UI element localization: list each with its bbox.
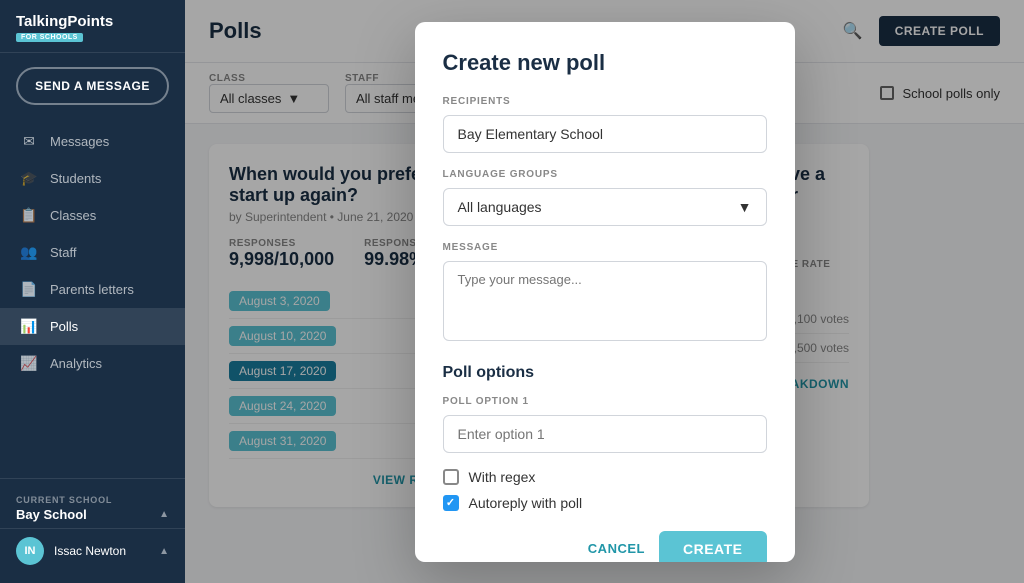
with-regex-checkbox[interactable]: [443, 469, 459, 485]
language-group: LANGUAGE GROUPS All languages ▼: [443, 169, 767, 226]
message-label: MESSAGE: [443, 242, 767, 253]
sidebar-item-polls[interactable]: 📊 Polls: [0, 308, 185, 345]
sidebar-label-classes: Classes: [50, 208, 96, 223]
user-name: Issac Newton: [54, 544, 149, 558]
sidebar-item-students[interactable]: 🎓 Students: [0, 160, 185, 197]
modal-overlay: Create new poll RECIPIENTS Bay Elementar…: [185, 0, 1024, 583]
sidebar-item-analytics[interactable]: 📈 Analytics: [0, 345, 185, 382]
autoreply-label: Autoreply with poll: [469, 495, 583, 511]
message-group: MESSAGE: [443, 242, 767, 346]
create-poll-modal: Create new poll RECIPIENTS Bay Elementar…: [415, 22, 795, 562]
parents-letters-icon: 📄: [20, 281, 38, 298]
current-school-label: CURRENT SCHOOL: [0, 489, 185, 507]
poll-option-1-label: POLL OPTION 1: [443, 396, 767, 407]
send-message-button[interactable]: SEND A MESSAGE: [16, 67, 169, 105]
sidebar-item-parents-letters[interactable]: 📄 Parents letters: [0, 271, 185, 308]
students-icon: 🎓: [20, 170, 38, 187]
school-chevron-icon: ▲: [159, 509, 169, 520]
sidebar-nav: ✉ Messages 🎓 Students 📋 Classes 👥 Staff …: [0, 119, 185, 479]
poll-option-1-group: POLL OPTION 1: [443, 396, 767, 453]
polls-icon: 📊: [20, 318, 38, 335]
sidebar-label-parents-letters: Parents letters: [50, 282, 134, 297]
sidebar-item-classes[interactable]: 📋 Classes: [0, 197, 185, 234]
avatar: IN: [16, 537, 44, 565]
main-content: Polls 🔍 CREATE POLL CLASS All classes ▼ …: [185, 0, 1024, 583]
autoreply-row: Autoreply with poll: [443, 495, 767, 511]
modal-footer: CANCEL CREATE: [443, 531, 767, 562]
autoreply-checkbox[interactable]: [443, 495, 459, 511]
sidebar: TalkingPoints FOR SCHOOLS SEND A MESSAGE…: [0, 0, 185, 583]
logo-brand: TalkingPoints: [16, 14, 113, 31]
cancel-button[interactable]: CANCEL: [588, 541, 645, 556]
user-chevron-icon: ▲: [159, 546, 169, 557]
poll-options-heading: Poll options: [443, 364, 767, 382]
analytics-icon: 📈: [20, 355, 38, 372]
message-textarea[interactable]: [443, 261, 767, 341]
sidebar-label-analytics: Analytics: [50, 356, 102, 371]
create-button[interactable]: CREATE: [659, 531, 767, 562]
sidebar-logo: TalkingPoints FOR SCHOOLS: [0, 0, 185, 53]
language-chevron-icon: ▼: [738, 199, 752, 215]
sidebar-label-staff: Staff: [50, 245, 77, 260]
staff-icon: 👥: [20, 244, 38, 261]
sidebar-footer: CURRENT SCHOOL Bay School ▲ IN Issac New…: [0, 478, 185, 583]
recipients-group: RECIPIENTS Bay Elementary School: [443, 96, 767, 153]
sidebar-item-messages[interactable]: ✉ Messages: [0, 123, 185, 160]
user-row[interactable]: IN Issac Newton ▲: [0, 528, 185, 573]
language-select[interactable]: All languages ▼: [443, 188, 767, 226]
logo-sub: FOR SCHOOLS: [16, 33, 83, 42]
language-label: LANGUAGE GROUPS: [443, 169, 767, 180]
sidebar-label-polls: Polls: [50, 319, 78, 334]
classes-icon: 📋: [20, 207, 38, 224]
language-value: All languages: [458, 199, 542, 215]
sidebar-label-messages: Messages: [50, 134, 109, 149]
recipients-label: RECIPIENTS: [443, 96, 767, 107]
modal-title: Create new poll: [443, 50, 767, 76]
current-school-name[interactable]: Bay School ▲: [0, 507, 185, 528]
poll-option-1-input[interactable]: [443, 415, 767, 453]
messages-icon: ✉: [20, 133, 38, 150]
sidebar-item-staff[interactable]: 👥 Staff: [0, 234, 185, 271]
sidebar-label-students: Students: [50, 171, 101, 186]
recipients-field[interactable]: Bay Elementary School: [443, 115, 767, 153]
with-regex-label: With regex: [469, 469, 536, 485]
with-regex-row: With regex: [443, 469, 767, 485]
